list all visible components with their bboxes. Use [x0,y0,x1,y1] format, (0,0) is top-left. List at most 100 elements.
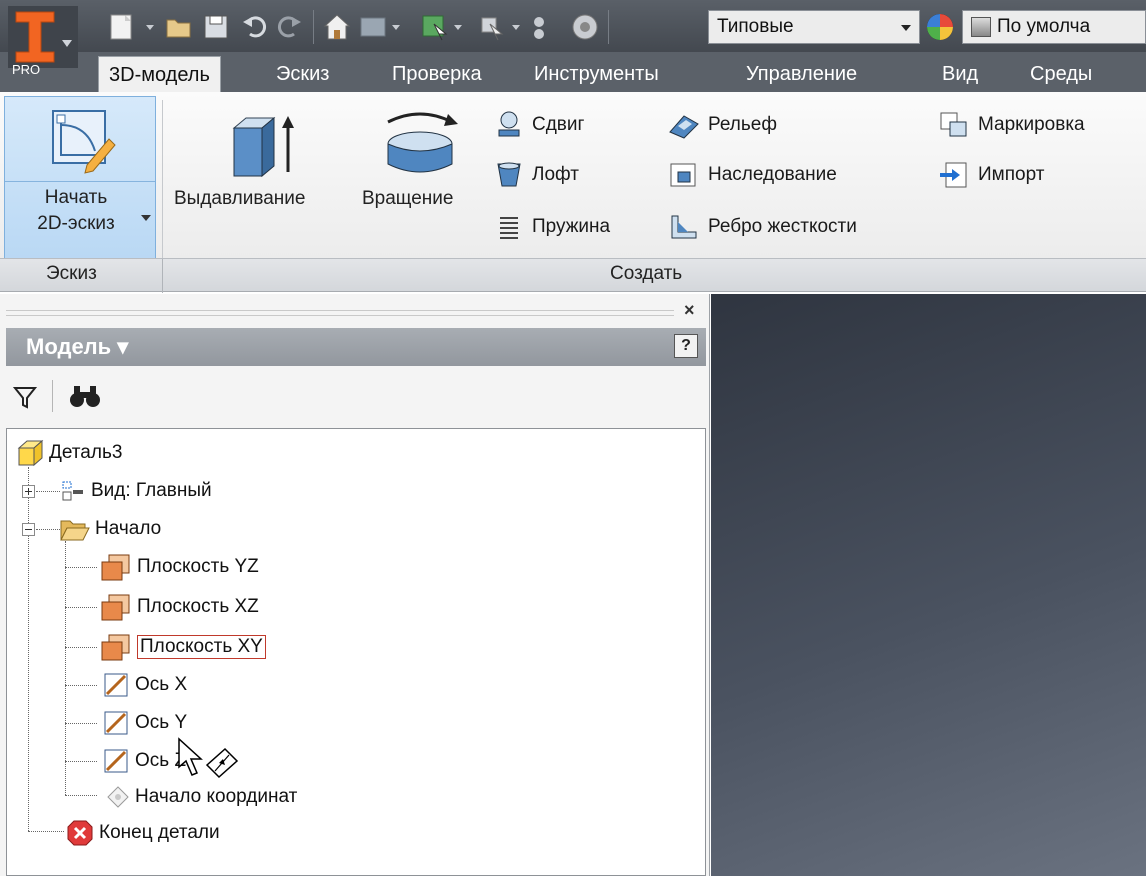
material-select-value: По умолча [997,16,1091,37]
loft-icon [497,162,521,187]
revolve-label: Вращение [362,188,454,209]
panel-divider [162,259,163,293]
tab-inspect[interactable]: Проверка [392,56,482,92]
emboss-button[interactable]: Рельеф [668,108,777,142]
model-browser: × Модель ▾ ? Деталь3 Вид: Главный Начало… [0,294,710,876]
graphics-viewport[interactable] [711,294,1146,876]
render-icon[interactable] [570,12,600,42]
ribbon-panel-labels: Эскиз Создать [0,258,1146,293]
revolve-button[interactable]: Вращение [358,100,482,250]
toolbar-separator [313,10,314,44]
start-sketch-label-line2: 2D-эскиз [37,213,115,234]
start-sketch-icon [52,110,116,174]
tree-item-axis-y[interactable]: Ось Y [101,705,187,741]
tree-item-axis-z[interactable]: Ось Z [101,743,186,779]
mark-icon [940,112,967,137]
tree-item-plane-yz[interactable]: Плоскость YZ [99,549,259,585]
rib-icon [671,215,697,239]
select-filter-icon[interactable] [478,12,520,42]
browser-header: Модель ▾ ? [6,328,706,366]
coil-label: Пружина [532,216,611,237]
import-label: Импорт [978,164,1045,185]
tree-item-label: Вид: Главный [91,480,212,501]
project-icon[interactable] [358,12,400,42]
panel-label-sketch: Эскиз [46,263,97,284]
tree-item-plane-xz[interactable]: Плоскость XZ [99,589,259,625]
find-binoculars-icon[interactable] [68,382,102,410]
loft-button[interactable]: Лофт [494,158,579,192]
start-sketch-label-line1: Начать [44,187,108,208]
parameters-icon[interactable] [524,12,554,42]
tab-manage[interactable]: Управление [746,56,857,92]
extrude-button[interactable]: Выдавливание [174,100,356,250]
tree-item-label: Начало [95,518,162,539]
home-icon[interactable] [322,12,352,42]
tab-environments[interactable]: Среды [1030,56,1092,92]
end-of-part-icon [67,820,93,846]
filter-icon[interactable] [12,384,38,410]
import-icon [940,162,967,188]
work-point-icon [107,786,129,808]
sweep-icon [498,111,520,137]
work-axis-icon [104,711,128,735]
mark-label: Маркировка [978,114,1085,135]
tree-item-label: Плоскость YZ [137,556,259,577]
help-icon[interactable]: ? [674,334,698,358]
tab-3d-model[interactable]: 3D-модель [98,56,221,92]
tab-sketch[interactable]: Эскиз [276,56,329,92]
undo-icon[interactable] [240,12,268,42]
select-icon[interactable] [420,12,462,42]
tree-item-part[interactable]: Деталь3 [15,435,122,471]
close-icon[interactable]: × [684,300,695,321]
mark-button[interactable]: Маркировка [938,108,1085,142]
derive-button[interactable]: Наследование [668,158,837,192]
tree-item-axis-x[interactable]: Ось X [101,667,187,703]
tree-connector [65,647,97,648]
tree-connector [65,685,97,686]
tree-item-label: Начало координат [135,786,298,807]
browser-title-dropdown[interactable]: Модель ▾ [26,334,128,360]
browser-grip[interactable] [6,310,674,316]
coil-button[interactable]: Пружина [494,210,610,244]
browser-toolbar [6,374,706,418]
start-2d-sketch-button[interactable]: Начать 2D-эскиз [4,96,156,262]
tree-connector [65,541,66,795]
tree-connector [28,831,64,832]
color-wheel-icon[interactable] [924,12,956,42]
tree-item-end-of-part[interactable]: Конец детали [65,815,220,851]
panel-label-create: Создать [610,263,683,284]
tab-view[interactable]: Вид [942,56,978,92]
tree-connector [65,761,97,762]
tree-item-label: Плоскость XZ [137,596,259,617]
sweep-button[interactable]: Сдвиг [494,108,584,142]
expand-toggle[interactable] [22,485,35,498]
chevron-down-icon[interactable] [141,215,151,221]
tree-item-label: Деталь3 [49,442,123,463]
open-file-icon[interactable] [164,12,194,42]
model-tree: Деталь3 Вид: Главный Начало Плоскость YZ… [6,428,706,876]
import-button[interactable]: Импорт [938,158,1044,192]
work-plane-icon [101,594,130,621]
tree-item-view[interactable]: Вид: Главный [59,473,212,509]
tree-connector [65,607,97,608]
inventor-logo-icon [8,6,78,68]
save-icon[interactable] [202,12,230,42]
tree-connector [36,529,60,530]
appearance-select[interactable]: Типовые [708,10,920,44]
material-swatch-icon [971,17,991,37]
tab-tools[interactable]: Инструменты [534,56,659,92]
tree-item-origin[interactable]: Начало [59,511,161,547]
edition-badge: PRO [12,62,41,77]
split-divider [5,181,155,182]
extrude-icon [232,116,294,178]
material-select[interactable]: По умолча [962,10,1146,44]
new-file-icon[interactable] [108,12,154,42]
tree-connector [28,467,29,831]
redo-icon[interactable] [276,12,304,42]
tree-connector [36,491,60,492]
rib-button[interactable]: Ребро жесткости [668,210,857,244]
tree-item-plane-xy[interactable]: Плоскость XY [99,629,266,665]
work-axis-icon [104,749,128,773]
revolve-icon [387,112,458,173]
collapse-toggle[interactable] [22,523,35,536]
